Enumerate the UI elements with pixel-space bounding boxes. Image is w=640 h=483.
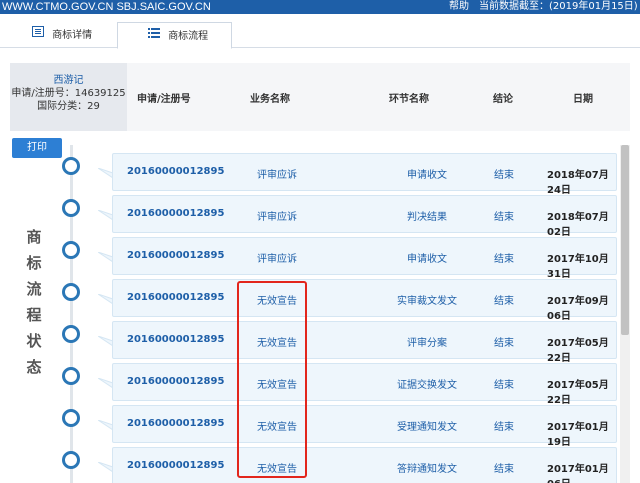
timeline-node-icon	[62, 325, 80, 343]
tab-trademark-process[interactable]: 商标流程	[117, 22, 232, 49]
header-reg-no: 申请/注册号	[137, 94, 191, 105]
arrow-pointer-icon	[98, 420, 113, 430]
row-reg-no: 20160000012895	[127, 376, 225, 387]
row-step: 证据交换发文	[397, 380, 457, 391]
row-reg-no: 20160000012895	[127, 292, 225, 303]
header-business: 业务名称	[250, 94, 290, 105]
site-url[interactable]: WWW.CTMO.GOV.CN SBJ.SAIC.GOV.CN	[2, 0, 211, 14]
arrow-pointer-icon	[98, 378, 113, 388]
row-step: 实审裁文发文	[397, 296, 457, 307]
tab-trademark-details[interactable]: 商标详情	[32, 22, 92, 48]
table-row[interactable]: 20160000012895 无效宣告 受理通知发文 结束 2017年01月19…	[112, 405, 617, 448]
status-char: 态	[26, 358, 42, 376]
status-char: 流	[26, 280, 42, 298]
status-char: 标	[26, 254, 42, 272]
table-row[interactable]: 20160000012895 评审应诉 申请收文 结束 2017年10月31日	[112, 237, 617, 280]
row-step: 判决结果	[407, 212, 447, 223]
row-date: 2018年07月24日	[547, 170, 609, 196]
timeline-node-icon	[62, 367, 80, 385]
tab-label: 商标流程	[168, 31, 209, 42]
timeline-node-icon	[62, 409, 80, 427]
print-button[interactable]: 打印	[12, 138, 62, 158]
row-reg-no: 20160000012895	[127, 460, 225, 471]
row-step: 评审分案	[407, 338, 447, 349]
table-row[interactable]: 20160000012895 评审应诉 申请收文 结束 2018年07月24日	[112, 153, 617, 196]
row-business: 评审应诉	[257, 170, 297, 181]
registration-number: 申请/注册号：14639125	[11, 88, 126, 99]
table-row[interactable]: 20160000012895 评审应诉 判决结果 结束 2018年07月02日	[112, 195, 617, 238]
row-date: 2018年07月02日	[547, 212, 609, 238]
row-business: 评审应诉	[257, 212, 297, 223]
row-date: 2017年10月31日	[547, 254, 609, 280]
row-reg-no: 20160000012895	[127, 166, 225, 177]
trademark-name[interactable]: 西游记	[10, 74, 127, 87]
table-header: 申请/注册号 业务名称 环节名称 结论 日期	[127, 63, 630, 131]
arrow-pointer-icon	[98, 336, 113, 346]
timeline-node-icon	[62, 199, 80, 217]
top-bar: WWW.CTMO.GOV.CN SBJ.SAIC.GOV.CN 帮助 当前数据截…	[0, 0, 640, 14]
header-date: 日期	[573, 94, 593, 105]
tab-label: 商标详情	[52, 30, 93, 41]
row-step: 申请收文	[407, 170, 447, 181]
row-reg-no: 20160000012895	[127, 208, 225, 219]
row-step: 答辩通知发文	[397, 464, 457, 475]
table-row[interactable]: 20160000012895 无效宣告 证据交换发文 结束 2017年05月22…	[112, 363, 617, 406]
row-date: 2017年09月06日	[547, 296, 609, 322]
row-step: 受理通知发文	[397, 422, 457, 433]
timeline-node-icon	[62, 451, 80, 469]
table-row[interactable]: 20160000012895 无效宣告 答辩通知发文 结束 2017年01月06…	[112, 447, 617, 483]
help-link[interactable]: 帮助	[449, 0, 469, 14]
header-conclusion: 结论	[493, 94, 513, 105]
international-class: 国际分类：29	[37, 101, 100, 112]
row-reg-no: 20160000012895	[127, 418, 225, 429]
arrow-pointer-icon	[98, 252, 113, 262]
timeline-node-icon	[62, 283, 80, 301]
data-date-info: 当前数据截至：(2019年01月15日)	[479, 1, 638, 12]
timeline-line	[70, 145, 73, 483]
row-conclusion: 结束	[494, 338, 514, 349]
invalidation-highlight-box	[237, 281, 307, 478]
tab-bar: 商标详情 商标流程	[0, 22, 640, 49]
table-row[interactable]: 20160000012895 无效宣告 评审分案 结束 2017年05月22日	[112, 321, 617, 364]
document-icon	[32, 22, 44, 48]
scrollbar-thumb[interactable]	[621, 145, 629, 335]
row-date: 2017年05月22日	[547, 380, 609, 406]
row-step: 申请收文	[407, 254, 447, 265]
row-conclusion: 结束	[494, 212, 514, 223]
row-date: 2017年05月22日	[547, 338, 609, 364]
row-conclusion: 结束	[494, 170, 514, 181]
row-conclusion: 结束	[494, 380, 514, 391]
list-icon	[148, 23, 160, 49]
scrollbar[interactable]	[620, 145, 630, 483]
row-reg-no: 20160000012895	[127, 334, 225, 345]
arrow-pointer-icon	[98, 294, 113, 304]
arrow-pointer-icon	[98, 168, 113, 178]
status-char: 状	[26, 332, 42, 350]
status-char: 程	[26, 306, 42, 324]
table-row[interactable]: 20160000012895 无效宣告 实审裁文发文 结束 2017年09月06…	[112, 279, 617, 322]
timeline-node-icon	[62, 241, 80, 259]
process-status-label: 商 标 流 程 状 态	[22, 224, 46, 380]
row-reg-no: 20160000012895	[127, 250, 225, 261]
arrow-pointer-icon	[98, 210, 113, 220]
row-conclusion: 结束	[494, 296, 514, 307]
timeline-node-icon	[62, 157, 80, 175]
arrow-pointer-icon	[98, 462, 113, 472]
trademark-summary: 西游记 申请/注册号：14639125 国际分类：29	[10, 63, 127, 131]
header-step: 环节名称	[389, 94, 429, 105]
row-conclusion: 结束	[494, 422, 514, 433]
row-conclusion: 结束	[494, 254, 514, 265]
row-date: 2017年01月06日	[547, 464, 609, 483]
status-char: 商	[26, 228, 42, 246]
row-business: 评审应诉	[257, 254, 297, 265]
row-date: 2017年01月19日	[547, 422, 609, 448]
row-conclusion: 结束	[494, 464, 514, 475]
